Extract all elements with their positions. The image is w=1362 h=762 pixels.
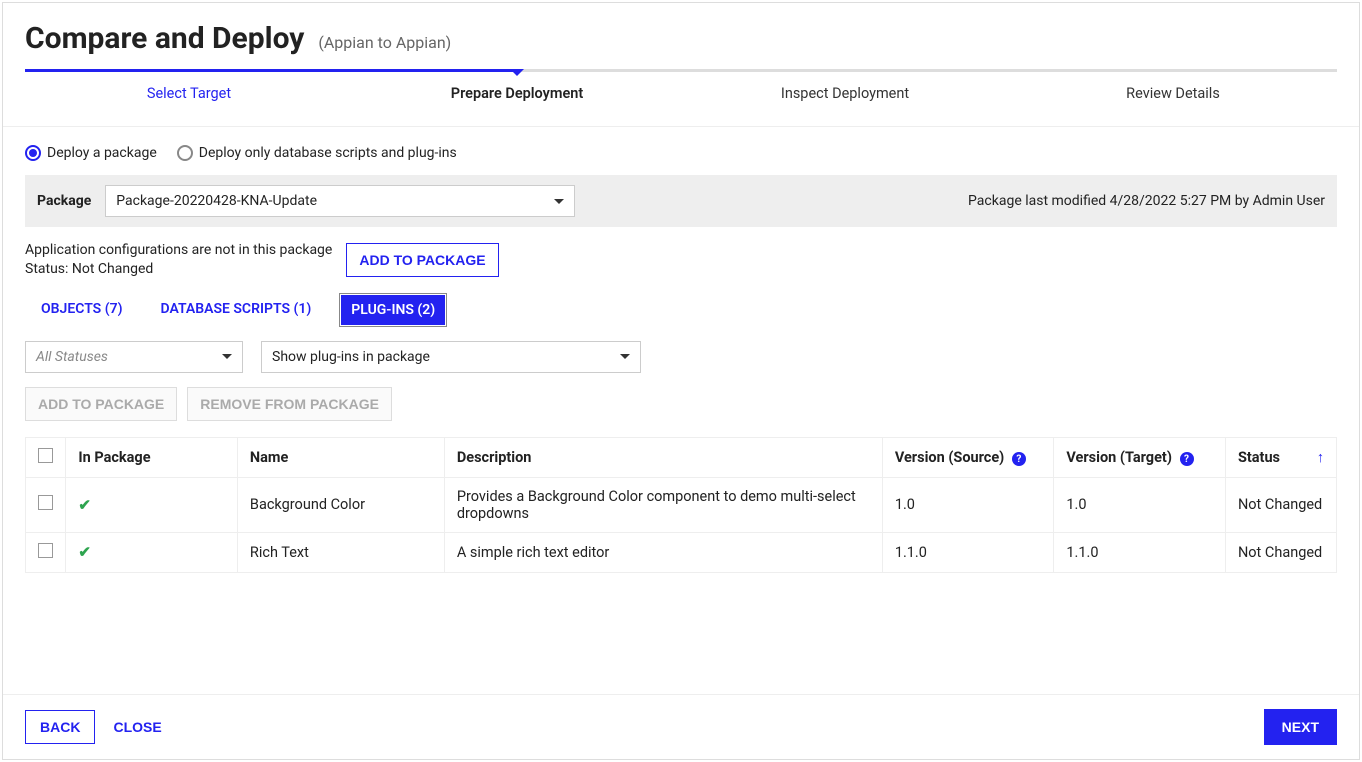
sort-asc-icon: ↑ — [1317, 449, 1324, 466]
step-prepare-deployment[interactable]: Prepare Deployment — [353, 71, 681, 116]
check-icon: ✔ — [78, 543, 91, 561]
back-button[interactable]: BACK — [25, 710, 95, 744]
col-description[interactable]: Description — [444, 437, 882, 477]
page-title: Compare and Deploy — [25, 21, 304, 56]
cell-name: Background Color — [237, 477, 444, 532]
step-select-target[interactable]: Select Target — [25, 71, 353, 116]
radio-deploy-package[interactable]: Deploy a package — [25, 145, 157, 161]
app-config-line1: Application configurations are not in th… — [25, 241, 332, 260]
cell-status: Not Changed — [1225, 477, 1336, 532]
step-inspect-deployment[interactable]: Inspect Deployment — [681, 71, 1009, 116]
row-checkbox[interactable] — [38, 543, 53, 558]
cell-version-source: 1.1.0 — [882, 532, 1054, 572]
add-to-package-button: ADD TO PACKAGE — [25, 387, 177, 421]
package-label: Package — [37, 193, 91, 209]
radio-unchecked-icon — [177, 145, 193, 161]
select-all-checkbox[interactable] — [38, 448, 53, 463]
cell-version-source: 1.0 — [882, 477, 1054, 532]
progress-stepper: Select Target Prepare Deployment Inspect… — [25, 70, 1337, 116]
col-version-target-label: Version (Target) — [1066, 449, 1172, 466]
col-version-target[interactable]: Version (Target) ? — [1054, 437, 1226, 477]
col-in-package[interactable]: In Package — [66, 437, 238, 477]
radio-deploy-scripts-label: Deploy only database scripts and plug-in… — [199, 145, 457, 161]
table-row: ✔Rich TextA simple rich text editor1.1.0… — [26, 532, 1337, 572]
package-select-value: Package-20220428-KNA-Update — [116, 193, 317, 209]
chevron-down-icon — [554, 199, 564, 204]
cell-version-target: 1.1.0 — [1054, 532, 1226, 572]
radio-checked-icon — [25, 145, 41, 161]
table-row: ✔ Background ColorProvides a Background C… — [26, 477, 1337, 532]
col-status[interactable]: Status ↑ — [1225, 437, 1336, 477]
package-last-modified: Package last modified 4/28/2022 5:27 PM … — [968, 193, 1325, 209]
status-filter-select[interactable]: All Statuses — [25, 341, 243, 373]
cell-description: A simple rich text editor — [444, 532, 882, 572]
plugins-scope-value: Show plug-ins in package — [272, 349, 430, 365]
tab-database-scripts[interactable]: DATABASE SCRIPTS (1) — [152, 295, 319, 325]
chevron-down-icon — [222, 354, 232, 359]
step-review-details[interactable]: Review Details — [1009, 71, 1337, 116]
page-subtitle: (Appian to Appian) — [318, 33, 451, 52]
cell-version-target: 1.0 — [1054, 477, 1226, 532]
remove-from-package-button: REMOVE FROM PACKAGE — [187, 387, 392, 421]
help-icon[interactable]: ? — [1180, 452, 1194, 466]
app-config-status: Application configurations are not in th… — [25, 241, 332, 279]
cell-description: Provides a Background Color component to… — [444, 477, 882, 532]
tab-objects[interactable]: OBJECTS (7) — [33, 295, 130, 325]
col-version-source-label: Version (Source) — [895, 449, 1004, 466]
col-version-source[interactable]: Version (Source) ? — [882, 437, 1054, 477]
next-button[interactable]: NEXT — [1264, 709, 1337, 745]
plugins-table: In Package Name Description Version (Sou… — [25, 437, 1337, 573]
cell-status: Not Changed — [1225, 532, 1336, 572]
plugins-scope-select[interactable]: Show plug-ins in package — [261, 341, 641, 373]
help-icon[interactable]: ? — [1012, 452, 1026, 466]
status-filter-value: All Statuses — [36, 349, 108, 365]
app-config-line2: Status: Not Changed — [25, 260, 332, 279]
col-status-label: Status — [1238, 449, 1280, 466]
chevron-down-icon — [620, 354, 630, 359]
radio-deploy-package-label: Deploy a package — [47, 145, 157, 161]
close-button[interactable]: CLOSE — [109, 711, 165, 743]
row-checkbox[interactable] — [38, 495, 53, 510]
radio-deploy-scripts-plugins[interactable]: Deploy only database scripts and plug-in… — [177, 145, 457, 161]
add-config-to-package-button[interactable]: ADD TO PACKAGE — [346, 243, 498, 277]
check-icon: ✔ — [78, 496, 91, 514]
package-select[interactable]: Package-20220428-KNA-Update — [105, 185, 575, 217]
tab-plug-ins[interactable]: PLUG-INS (2) — [341, 295, 445, 325]
col-name[interactable]: Name — [237, 437, 444, 477]
cell-name: Rich Text — [237, 532, 444, 572]
